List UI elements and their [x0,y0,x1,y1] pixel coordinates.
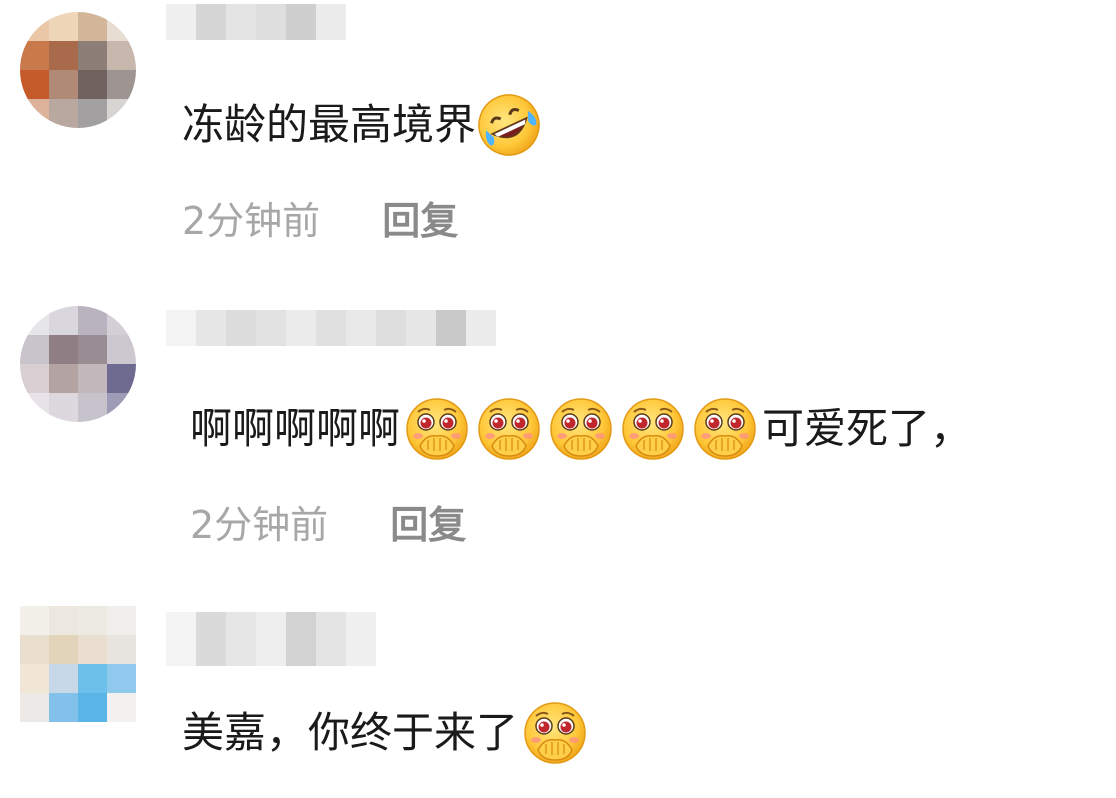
comment-meta: 2分钟前 回复 [182,196,458,246]
comment-text: 冻龄的最高境界 [182,92,542,158]
comment-text-tail: 可爱死了， [762,404,973,453]
reply-button[interactable]: 回复 [390,503,466,547]
comment-text: 美嘉，你终于来了 [182,700,588,766]
comment-timestamp: 2分钟前 [190,503,329,547]
avatar[interactable] [20,306,136,422]
username-redacted[interactable] [166,612,376,666]
pleading-face-icon [620,396,686,462]
pleading-face-icon [476,396,542,462]
comment-text-body: 冻龄的最高境界 [182,100,477,149]
avatar[interactable] [20,12,136,128]
username-redacted[interactable] [166,4,346,40]
pleading-face-icon [522,700,588,766]
username-redacted[interactable] [166,310,496,346]
pleading-face-icon [692,396,758,462]
comment-timestamp: 2分钟前 [182,199,321,243]
pleading-face-icon [548,396,614,462]
pleading-face-icon [404,396,470,462]
reply-button[interactable]: 回复 [382,199,458,243]
rolling-on-floor-laughing-icon [476,92,542,158]
comment-text-body: 美嘉，你终于来了 [182,708,519,757]
comment-text-body: 啊啊啊啊啊 [190,404,401,453]
comment-meta: 2分钟前 回复 [190,500,466,550]
avatar[interactable] [20,606,136,722]
comment-text: 啊啊啊啊啊 可爱死了， [190,396,972,462]
